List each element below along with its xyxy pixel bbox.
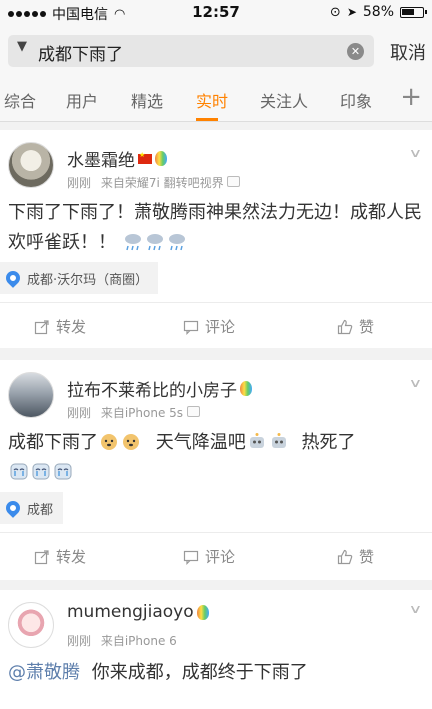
user-mention-link[interactable]: @萧敬腾 [8, 662, 80, 683]
clear-search-icon[interactable]: ✕ [347, 43, 364, 60]
filter-tabs: 综合 用户 精选 实时 关注人 印象 + [0, 74, 432, 122]
post-menu-chevron-icon[interactable]: ∨ [409, 146, 423, 160]
rain-cloud-emoji-icon [168, 234, 185, 251]
comment-button[interactable]: 评论 [183, 316, 235, 337]
repost-label: 转发 [56, 318, 87, 336]
post-menu-chevron-icon[interactable]: ∨ [409, 376, 423, 390]
search-query-text[interactable]: 成都下雨了 [38, 40, 123, 65]
like-label: 赞 [359, 318, 375, 336]
post-text: 下雨了下雨了！萧敬腾雨神果然法力无边！成都人民欢呼雀跃！！ [8, 198, 424, 258]
battery-icon [400, 6, 427, 18]
battery-percent: 58% [362, 4, 394, 20]
status-bar: 中国电信 ◠ 12:57 ⊙ ➤ 58% [0, 0, 432, 26]
location-tag[interactable]: 成都 [0, 492, 64, 524]
post-time: 刚刚 [67, 406, 92, 420]
tab-comprehensive[interactable]: 综合 [4, 88, 36, 112]
tab-impressions[interactable]: 印象 [340, 88, 372, 112]
post-author[interactable]: 水墨霜绝 [67, 146, 167, 171]
location-arrow-icon: ➤ [346, 5, 357, 19]
search-type-dropdown-icon[interactable]: ▼ [17, 39, 27, 54]
thumbs-up-icon [337, 549, 353, 564]
crying-face-emoji-icon [54, 463, 72, 480]
image-badge-icon [227, 176, 241, 187]
balloon-badge-icon [155, 151, 167, 166]
weibo-post[interactable]: 水墨霜绝 刚刚 来自荣耀7i 翻转吧视界 ∨ 下雨了下雨了！萧敬腾雨神果然法力无… [0, 130, 432, 348]
weibo-post[interactable]: 拉布不莱希比的小房子 刚刚 来自iPhone 5s ∨ 成都下雨了 天气降温吧 … [0, 360, 432, 580]
post-text-content: 下雨了下雨了！萧敬腾雨神果然法力无边！成都人民欢呼雀跃！！ [8, 202, 422, 253]
post-text-part: 成都下雨了 [8, 432, 98, 453]
avatar[interactable] [8, 142, 54, 188]
robot-emoji-icon [271, 433, 286, 448]
tab-following[interactable]: 关注人 [260, 88, 308, 112]
balloon-badge-icon [240, 381, 252, 396]
comment-label: 评论 [205, 548, 236, 566]
active-tab-indicator [196, 118, 218, 121]
doge-emoji-icon [123, 434, 139, 450]
comment-icon [183, 550, 199, 565]
add-tab-icon[interactable]: + [400, 82, 422, 112]
post-source: 来自iPhone 5s [100, 406, 184, 420]
repost-icon [34, 549, 49, 564]
tab-realtime[interactable]: 实时 [196, 88, 228, 112]
repost-icon [34, 319, 49, 334]
repost-button[interactable]: 转发 [34, 546, 86, 567]
post-text-part: 热死了 [301, 432, 356, 453]
post-actions: 转发 评论 赞 [0, 302, 432, 350]
post-text: 成都下雨了 天气降温吧 热死了 [8, 428, 424, 488]
like-button[interactable]: 赞 [337, 316, 374, 337]
rain-cloud-emoji-icon [146, 234, 163, 251]
author-name[interactable]: mumengjiaoyo [67, 602, 194, 622]
search-input[interactable]: ▼ 成都下雨了 ✕ [8, 35, 374, 67]
search-bar-row: ▼ 成都下雨了 ✕ 取消 [0, 26, 432, 74]
avatar[interactable] [8, 372, 54, 418]
post-time: 刚刚 [67, 176, 92, 190]
like-button[interactable]: 赞 [337, 546, 374, 567]
post-meta: 刚刚 来自iPhone 5s [67, 404, 200, 421]
location-pin-icon [3, 498, 23, 518]
post-time: 刚刚 [67, 634, 92, 648]
tab-users[interactable]: 用户 [66, 88, 98, 112]
crying-face-emoji-icon [32, 463, 50, 480]
balloon-badge-icon [196, 604, 209, 620]
rain-cloud-emoji-icon [124, 234, 141, 251]
post-text-part: 天气降温吧 [155, 432, 246, 453]
post-meta: 刚刚 来自iPhone 6 [67, 632, 177, 649]
rotation-lock-icon: ⊙ [329, 4, 341, 20]
location-tag[interactable]: 成都·沃尔玛（商圈） [0, 262, 159, 294]
repost-label: 转发 [56, 548, 87, 566]
cancel-button[interactable]: 取消 [390, 39, 426, 65]
post-meta: 刚刚 来自荣耀7i 翻转吧视界 [67, 174, 241, 191]
status-right: ⊙ ➤ 58% [329, 4, 427, 20]
post-author[interactable]: mumengjiaoyo [67, 602, 209, 622]
post-source: 来自iPhone 6 [100, 634, 177, 648]
tab-featured[interactable]: 精选 [131, 88, 163, 112]
like-label: 赞 [359, 548, 375, 566]
author-name[interactable]: 水墨霜绝 [67, 146, 135, 171]
post-text-content: 你来成都，成都终于下雨了 [91, 662, 308, 683]
weibo-post[interactable]: mumengjiaoyo 刚刚 来自iPhone 6 ∨ @萧敬腾 你来成都，成… [0, 590, 432, 709]
post-menu-chevron-icon[interactable]: ∨ [409, 602, 423, 616]
author-name[interactable]: 拉布不莱希比的小房子 [67, 376, 237, 401]
post-text: @萧敬腾 你来成都，成都终于下雨了 [8, 658, 424, 688]
crying-face-emoji-icon [10, 463, 28, 480]
robot-emoji-icon [249, 433, 264, 448]
china-flag-icon [138, 151, 152, 164]
image-badge-icon [186, 406, 200, 417]
post-source: 来自荣耀7i 翻转吧视界 [100, 176, 224, 190]
comment-icon [183, 320, 199, 335]
repost-button[interactable]: 转发 [34, 316, 86, 337]
post-author[interactable]: 拉布不莱希比的小房子 [67, 376, 252, 401]
location-name[interactable]: 成都·沃尔玛（商圈） [27, 269, 148, 288]
location-name[interactable]: 成都 [27, 499, 53, 518]
post-actions: 转发 评论 赞 [0, 532, 432, 580]
comment-label: 评论 [205, 318, 236, 336]
avatar[interactable] [8, 602, 54, 648]
comment-button[interactable]: 评论 [183, 546, 235, 567]
doge-emoji-icon [101, 434, 117, 450]
thumbs-up-icon [337, 319, 353, 334]
location-pin-icon [3, 268, 23, 288]
